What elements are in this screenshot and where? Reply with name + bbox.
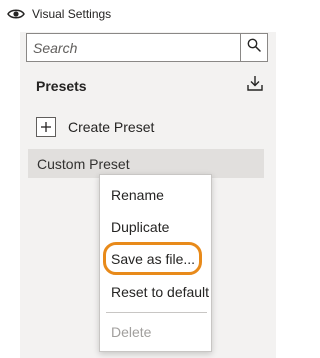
menu-item-delete: Delete	[111, 324, 152, 340]
preset-item-label: Custom Preset	[37, 155, 130, 172]
search-icon	[247, 38, 261, 57]
presets-heading: Presets	[36, 78, 87, 94]
create-preset-label: Create Preset	[68, 119, 155, 135]
download-button[interactable]	[245, 75, 265, 95]
preset-context-menu: Rename Duplicate Save as file... Reset t…	[99, 174, 212, 352]
create-preset-button[interactable]: Create Preset	[36, 117, 154, 137]
plus-icon	[36, 117, 56, 137]
menu-item-save-as-file[interactable]: Save as file...	[100, 245, 211, 273]
title-bar: Visual Settings	[6, 4, 111, 24]
search-button[interactable]	[240, 34, 267, 61]
visual-settings-window: Visual Settings Presets	[0, 0, 276, 358]
download-icon	[246, 74, 264, 97]
menu-item-reset-to-default[interactable]: Reset to default	[100, 278, 211, 306]
menu-item-duplicate[interactable]: Duplicate	[100, 213, 211, 241]
menu-item-rename[interactable]: Rename	[100, 181, 211, 209]
search-box	[26, 33, 268, 62]
menu-divider	[106, 312, 207, 313]
search-input[interactable]	[27, 34, 240, 61]
pane-scrollbar[interactable]	[270, 32, 276, 358]
eye-icon	[6, 7, 26, 21]
window-title: Visual Settings	[32, 7, 112, 21]
